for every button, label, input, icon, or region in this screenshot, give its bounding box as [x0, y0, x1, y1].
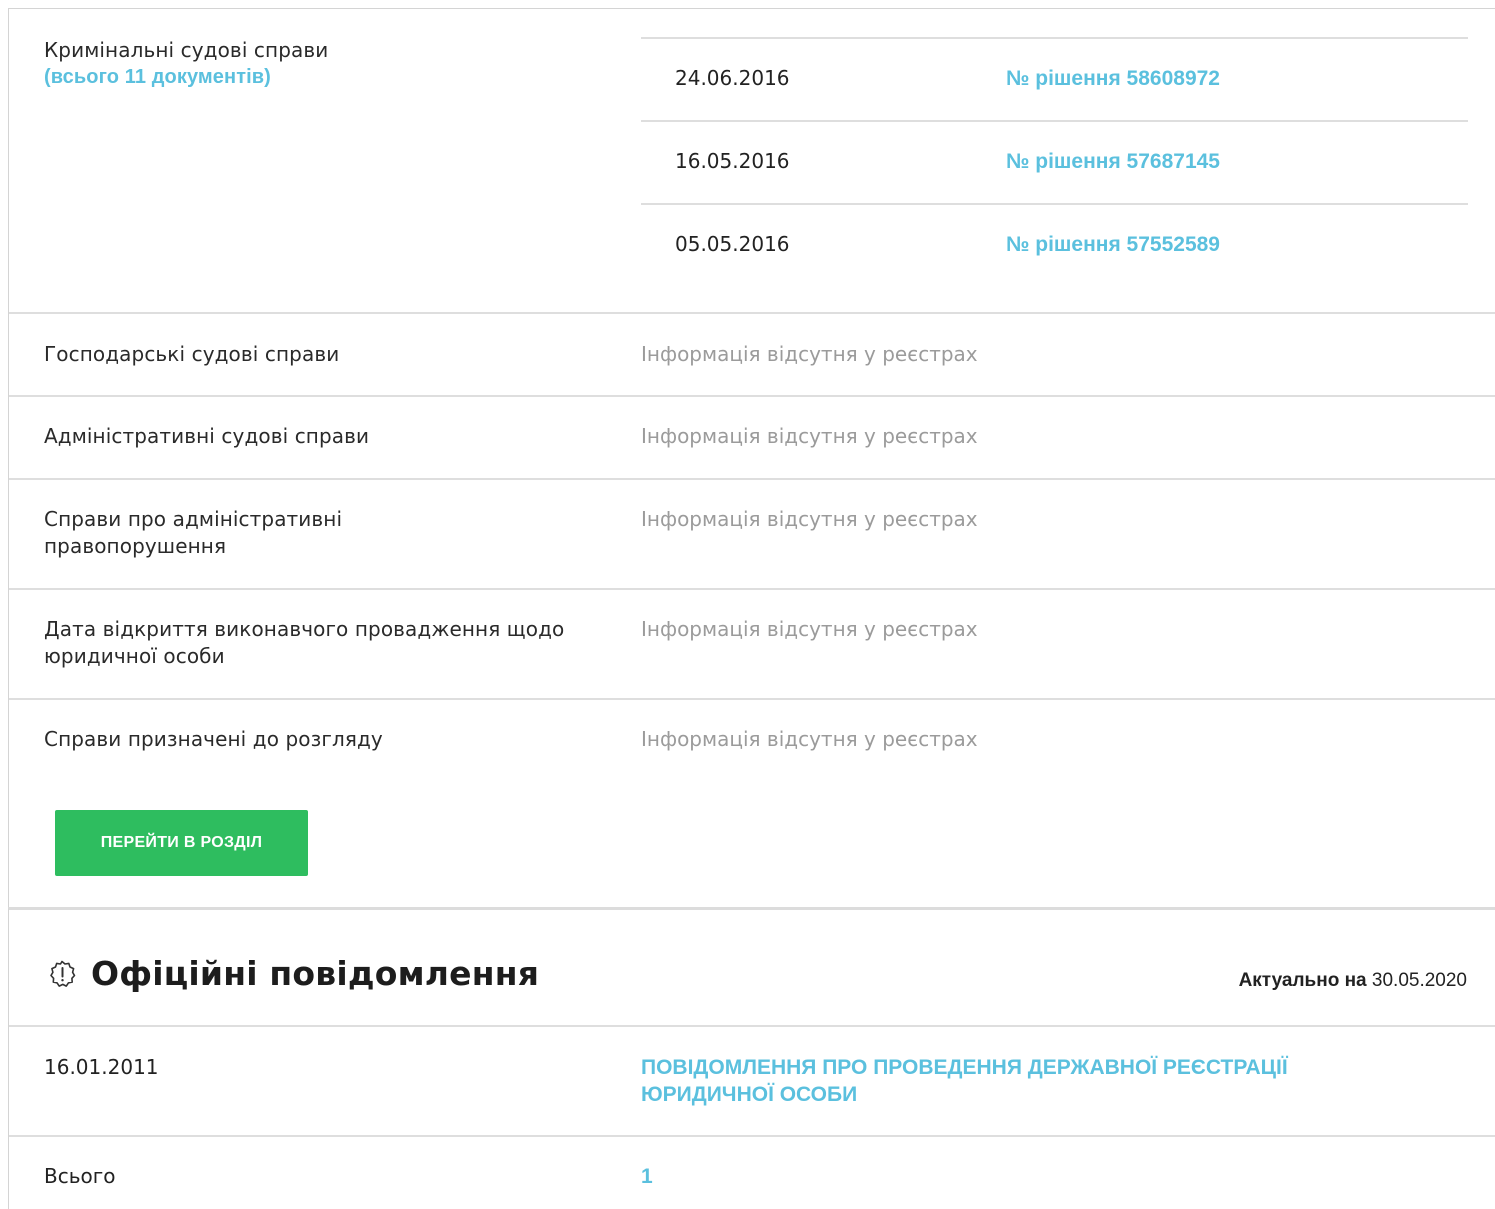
administrative-offenses-label: Справи про адміністративні правопорушенн… — [44, 507, 343, 558]
criminal-cases-label: Кримінальні судові справи (всього 11 док… — [44, 37, 564, 91]
notice-date: 16.01.2011 — [44, 1055, 159, 1079]
decision-link[interactable]: № рішення 58608972 — [1006, 65, 1220, 92]
administrative-offenses-value: Інформація відсутня у реєстрах — [641, 507, 978, 531]
notices-title: Офіційні повідомлення — [91, 954, 540, 993]
decision-date: 24.06.2016 — [675, 66, 790, 90]
actuality-date: 30.05.2020 — [1371, 970, 1467, 991]
go-to-section-button[interactable]: ПЕРЕЙТИ В РОЗДІЛ — [55, 810, 308, 876]
actuality-label: Актуально на — [1238, 970, 1367, 991]
divider — [9, 588, 1495, 590]
actuality-info: Актуально на 30.05.2020 — [1239, 970, 1467, 992]
decision-date: 16.05.2016 — [675, 149, 790, 173]
official-notices-section: Офіційні повідомлення Актуально на 30.05… — [8, 907, 1495, 1209]
divider — [641, 203, 1468, 205]
divider — [9, 1025, 1495, 1027]
divider — [9, 1135, 1495, 1137]
administrative-cases-label: Адміністративні судові справи — [44, 424, 370, 448]
court-cases-section: Кримінальні судові справи (всього 11 док… — [8, 8, 1495, 907]
alert-badge-icon — [47, 959, 77, 989]
divider — [641, 120, 1468, 122]
decision-link[interactable]: № рішення 57552589 — [1006, 231, 1220, 258]
notice-link[interactable]: ПОВІДОМЛЕННЯ ПРО ПРОВЕДЕННЯ ДЕРЖАВНОЇ РЕ… — [641, 1054, 1401, 1108]
total-label: Всього — [44, 1164, 116, 1188]
divider — [9, 312, 1495, 314]
scheduled-cases-value: Інформація відсутня у реєстрах — [641, 727, 978, 751]
decision-date: 05.05.2016 — [675, 232, 790, 256]
scheduled-cases-label: Справи призначені до розгляду — [44, 727, 383, 751]
notices-header: Офіційні повідомлення — [47, 954, 539, 993]
divider — [9, 395, 1495, 397]
criminal-cases-count[interactable]: (всього 11 документів) — [44, 64, 564, 91]
decision-link[interactable]: № рішення 57687145 — [1006, 148, 1220, 175]
enforcement-proceedings-value: Інформація відсутня у реєстрах — [641, 617, 978, 641]
total-value[interactable]: 1 — [641, 1163, 653, 1190]
commercial-cases-label: Господарські судові справи — [44, 342, 340, 366]
enforcement-proceedings-label: Дата відкриття виконавчого провадження щ… — [44, 617, 565, 668]
divider — [9, 478, 1495, 480]
commercial-cases-value: Інформація відсутня у реєстрах — [641, 342, 978, 366]
divider — [641, 37, 1468, 39]
administrative-cases-value: Інформація відсутня у реєстрах — [641, 424, 978, 448]
divider — [9, 698, 1495, 700]
